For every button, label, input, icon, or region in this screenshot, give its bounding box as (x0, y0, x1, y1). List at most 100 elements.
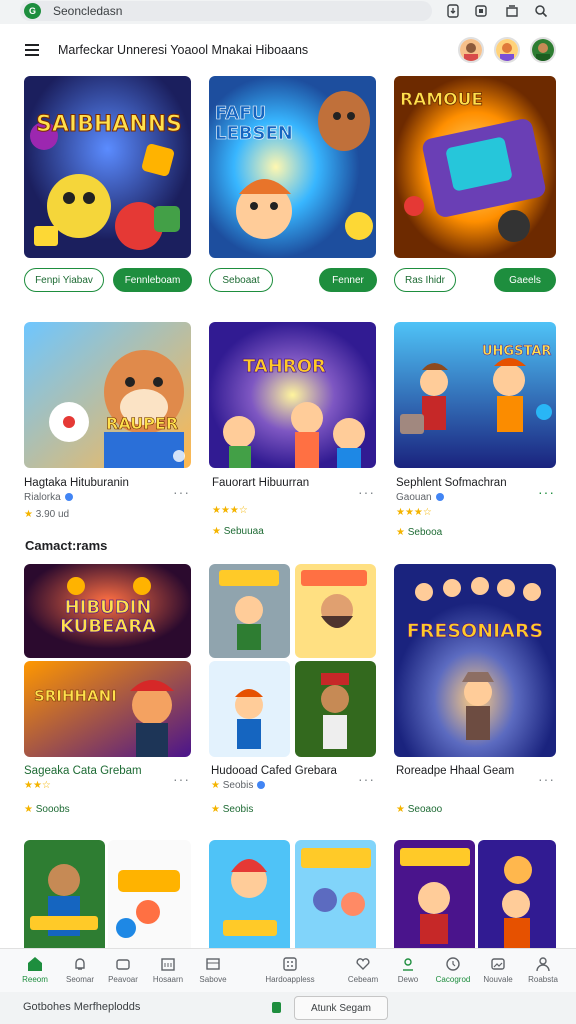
game-thumbnail[interactable]: RAMOUE (394, 76, 556, 258)
game-primary-button[interactable]: Fennleboam (113, 268, 192, 292)
tabs-icon[interactable] (503, 2, 521, 20)
search-icon[interactable] (532, 2, 550, 20)
game-primary-button[interactable]: Gaeels (494, 268, 556, 292)
address-bar[interactable]: G Seoncledasn (20, 1, 432, 21)
bottom-navigation: Reeom Seomar Peavoar Hosaarn Sabove Hard… (0, 948, 576, 992)
bell-icon (58, 955, 102, 973)
game-rating: ★ Sebooa (396, 527, 443, 538)
game-thumbnail[interactable]: FRESONIARS (394, 564, 556, 757)
game-art-title: RAUPER (106, 414, 179, 434)
more-options-icon[interactable]: ··· (358, 484, 375, 500)
nav-item-calendar[interactable]: Hosaarn (146, 955, 190, 984)
grid-icon (191, 955, 235, 973)
more-options-icon[interactable]: ··· (358, 771, 375, 787)
game-thumbnail[interactable] (295, 840, 376, 948)
star-rating: ★★☆ (24, 780, 51, 791)
search-game-button[interactable]: Atunk Segam (294, 996, 388, 1020)
more-options-icon[interactable]: ··· (538, 484, 555, 500)
star-icon: ★★☆ (24, 780, 51, 791)
game-primary-button[interactable]: Fenner (319, 268, 377, 292)
game-art-title: TAHROR (243, 356, 327, 378)
game-thumbnail[interactable]: SAIBHANNS (24, 76, 191, 258)
star-icon: ★ (24, 804, 33, 815)
nav-item-favorites[interactable]: Cebeam (341, 955, 385, 984)
heart-icon (341, 955, 385, 973)
nav-item-grid[interactable]: Sabove (191, 955, 235, 984)
verified-icon (64, 493, 73, 502)
game-title[interactable]: Sephlent Sofmachran (396, 477, 507, 489)
game-thumbnail[interactable] (209, 564, 290, 658)
apps-icon (260, 955, 320, 973)
game-subtitle: Rialorka (24, 492, 73, 503)
game-thumbnail[interactable] (24, 840, 105, 948)
game-thumbnail[interactable] (295, 564, 376, 658)
game-thumbnail[interactable]: SRIHHANI (24, 661, 191, 757)
person-icon (521, 955, 565, 973)
game-thumbnail[interactable]: UHGSTAR (394, 322, 556, 468)
nav-item-profile[interactable]: Dewo (386, 955, 430, 984)
game-thumbnail[interactable]: FAFU LEBSEN (209, 76, 376, 258)
game-rating: ★ Seoaoo (396, 804, 443, 815)
nav-item-discover[interactable]: Cacogrod (431, 955, 475, 984)
game-thumbnail[interactable] (394, 840, 475, 948)
game-title[interactable]: Fauorart Hibuurran (212, 477, 309, 489)
game-art-title: FRESONIARS (406, 620, 544, 643)
game-title[interactable]: Hudooad Cafed Grebara (211, 765, 337, 777)
game-thumbnail[interactable] (209, 840, 290, 948)
extension-icon[interactable] (472, 2, 490, 20)
star-icon: ★ (212, 526, 221, 537)
folder-icon (101, 955, 145, 973)
star-icon: ★ (24, 509, 33, 520)
game-title[interactable]: Sageaka Cata Grebam (24, 765, 142, 777)
game-secondary-button[interactable]: Seboaat (209, 268, 273, 292)
game-thumbnail[interactable] (295, 661, 376, 757)
game-art-title: SRIHHANI (34, 687, 117, 706)
nav-item-apps[interactable]: Hardoappless (260, 955, 320, 984)
avatar[interactable] (530, 37, 556, 63)
game-title[interactable]: Roreadpe Hhaal Geam (396, 765, 514, 777)
game-rating: ★ 3.90 ud (24, 509, 70, 520)
star-icon: ★ (211, 780, 220, 791)
browser-toolbar: G Seoncledasn (0, 0, 576, 24)
more-options-icon[interactable]: ··· (173, 484, 190, 500)
game-art-title: HIBUDIN KUBEARA (60, 597, 157, 637)
photo-icon (476, 955, 520, 973)
game-rating: ★ Sooobs (24, 804, 70, 815)
nav-item-media[interactable]: Nouvale (476, 955, 520, 984)
home-icon (13, 955, 57, 973)
game-thumbnail[interactable] (209, 661, 290, 757)
game-title[interactable]: Hagtaka Hituburanin (24, 477, 129, 489)
address-bar-text: Seoncledasn (53, 4, 123, 18)
menu-dot-icon[interactable] (173, 450, 185, 462)
star-icon: ★ (396, 527, 405, 538)
star-rating: ★★★☆ (212, 505, 248, 516)
star-icon: ★★★☆ (212, 505, 248, 516)
nav-item-folder[interactable]: Peavoar (101, 955, 145, 984)
star-icon: ★ (211, 804, 220, 815)
game-rating: ★ Seobis (211, 804, 254, 815)
game-thumbnail[interactable]: TAHROR (209, 322, 376, 468)
game-art-title: SAIBHANNS (36, 112, 183, 138)
game-art-title: FAFU LEBSEN (215, 103, 293, 144)
menu-icon[interactable] (25, 44, 39, 56)
game-secondary-button[interactable]: Ras Ihidr (394, 268, 456, 292)
game-thumbnail[interactable]: RAUPER (24, 322, 191, 468)
nav-item-account[interactable]: Roabsta (521, 955, 565, 984)
avatar[interactable] (458, 37, 484, 63)
page-title: Marfeckar Unneresi Yoaool Mnakai Hiboaan… (58, 43, 309, 57)
star-icon: ★★★☆ (396, 507, 432, 518)
more-options-icon[interactable]: ··· (538, 771, 555, 787)
nav-item-alerts[interactable]: Seomar (58, 955, 102, 984)
avatar[interactable] (494, 37, 520, 63)
more-options-icon[interactable]: ··· (173, 771, 190, 787)
game-art-title: RAMOUE (400, 90, 484, 111)
game-secondary-button[interactable]: Fenpi Yiabav (24, 268, 104, 292)
game-rating: ★ Seobis (211, 780, 266, 791)
game-thumbnail[interactable] (478, 840, 556, 948)
star-rating: ★★★☆ (396, 507, 432, 518)
game-thumbnail[interactable]: HIBUDIN KUBEARA (24, 564, 191, 658)
game-thumbnail[interactable] (108, 840, 191, 948)
site-favicon-icon: G (24, 3, 41, 19)
download-icon[interactable] (444, 2, 462, 20)
nav-item-home[interactable]: Reeom (13, 955, 57, 984)
